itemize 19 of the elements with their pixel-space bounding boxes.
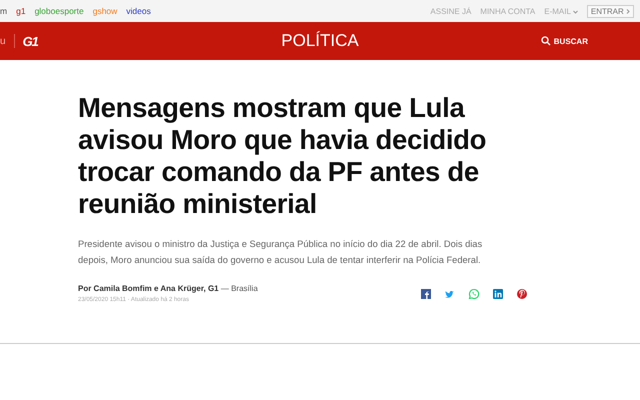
search-icon — [540, 36, 551, 46]
chevron-right-icon — [626, 8, 630, 14]
pinterest-icon[interactable] — [516, 288, 528, 300]
headline: Mensagens mostram que Lula avisou Moro que havia decidido trocar comando da PF antes de reunião ministerial — [78, 92, 488, 220]
search-button[interactable]: BUSCAR — [534, 35, 594, 47]
facebook-icon[interactable] — [420, 288, 432, 300]
linkedin-icon[interactable] — [492, 288, 504, 300]
byline: Por Camila Bomfim e Ana Krüger, G1 — Brasília — [78, 284, 258, 293]
login-button[interactable]: ENTRAR — [586, 4, 634, 18]
site-link[interactable]: globoesporte — [34, 6, 84, 16]
site-link[interactable]: videos — [126, 6, 151, 16]
section-title: POLÍTICA — [281, 31, 359, 51]
chevron-down-icon — [572, 10, 578, 14]
site-link[interactable]: m — [0, 6, 8, 16]
article-subtitle: Presidente avisou o ministro da Justiça e Segurança Pública no início do dia 22 de abril. Dois dias depois, Moro anunciou sua saída do governo e acusou Lula de tentar interferir na Polícia Federal. — [78, 238, 484, 267]
g1-logo[interactable]: G1 — [22, 34, 38, 48]
menu-label[interactable]: u — [0, 36, 6, 46]
site-link[interactable]: g1 — [16, 6, 26, 16]
site-link[interactable]: gshow — [92, 6, 118, 16]
